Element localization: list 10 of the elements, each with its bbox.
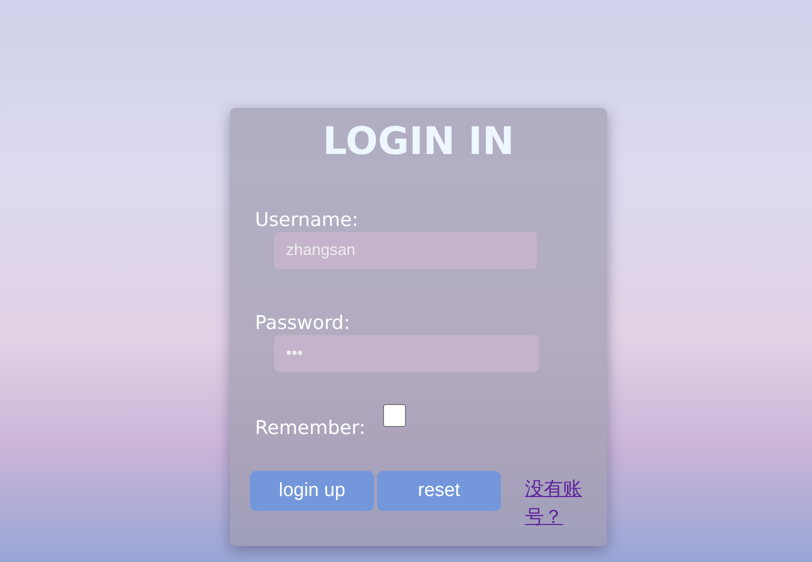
field-label: Password: (255, 311, 352, 335)
signup-link[interactable]: 没有账号？ (525, 474, 587, 530)
field-label: Username: (255, 208, 360, 232)
username-field[interactable]: zhangsan (274, 232, 537, 269)
remember-checkbox[interactable] (383, 404, 406, 427)
remember-label: Remember: (255, 416, 366, 441)
login-button[interactable]: login up (250, 470, 374, 510)
password-field[interactable]: ••• (274, 335, 539, 372)
form-title: LOGIN IN (322, 118, 516, 164)
reset-button[interactable]: reset (377, 470, 501, 510)
